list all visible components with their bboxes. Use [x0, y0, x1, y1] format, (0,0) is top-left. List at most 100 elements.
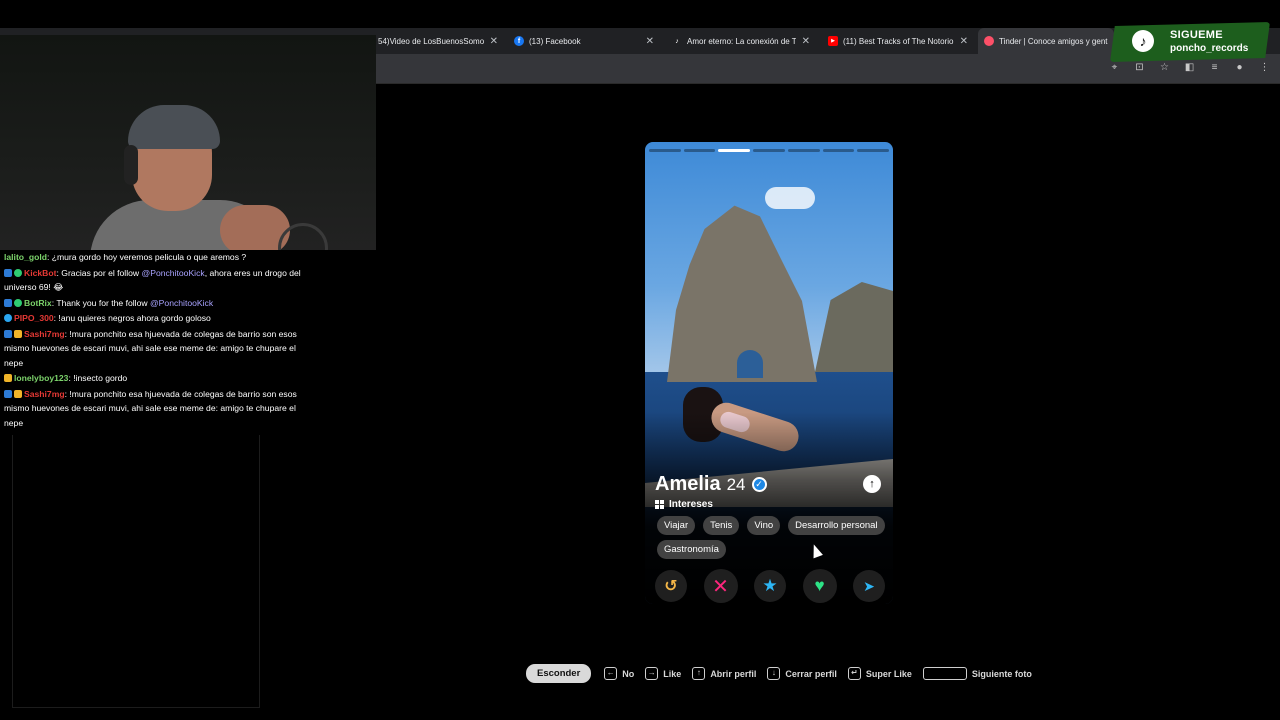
moderator-badge-icon — [4, 329, 12, 338]
chat-username: Sashi7mg — [24, 328, 65, 339]
enter-key-icon: ↵ — [847, 667, 861, 680]
close-icon[interactable]: ✕ — [490, 36, 498, 47]
nope-button[interactable]: ✕ — [703, 569, 738, 603]
photo-progress-segment[interactable] — [683, 149, 716, 152]
rewind-button[interactable]: ↺ — [655, 570, 687, 602]
space-key-icon — [922, 667, 967, 680]
menu-icon[interactable]: ⋮ — [1259, 62, 1270, 73]
tiktok-icon: ♪ — [675, 37, 679, 45]
tab-tiktok[interactable]: ♪ Amor eterno: La conexión de T ✕ — [666, 28, 816, 54]
interests-heading: Intereses — [655, 499, 713, 510]
follow-badge-title: SIGUEME — [1170, 29, 1223, 41]
verified-badge-icon — [14, 298, 22, 307]
chat-overlay: lalito_gold: ¿mura gordo hoy veremos pel… — [4, 250, 304, 431]
interests-list: Viajar Tenis Vino Desarrollo personal Ga… — [657, 516, 887, 559]
tiktok-icon: ♪ — [1132, 30, 1154, 52]
super-like-button[interactable]: ★ — [754, 570, 786, 602]
moderator-badge-icon — [4, 298, 12, 307]
photo-progress-segment[interactable] — [753, 149, 785, 152]
like-button[interactable]: ♥ — [802, 569, 837, 603]
close-icon[interactable]: ✕ — [802, 36, 810, 47]
hide-hints-button[interactable]: Esconder — [526, 664, 592, 683]
interest-chip: Desarrollo personal — [788, 516, 885, 535]
chat-username: BotRix — [24, 297, 52, 308]
photo-progress-segment[interactable] — [822, 149, 855, 152]
hint-label: Abrir perfil — [710, 668, 757, 679]
profile-card[interactable]: ↑ Amelia 24 ✓ Intereses Viajar Tenis Vin… — [645, 142, 893, 604]
chat-message: lalito_gold: ¿mura gordo hoy veremos pel… — [4, 250, 304, 265]
extension-icon[interactable]: ◧ — [1184, 62, 1195, 73]
youtube-icon: ▶ — [828, 36, 838, 46]
close-icon[interactable]: ✕ — [646, 36, 654, 47]
open-profile-icon[interactable]: ↑ — [863, 475, 881, 493]
moderator-badge-icon — [4, 268, 12, 277]
chat-message: KickBot: Gracias por el follow @Ponchito… — [4, 266, 304, 295]
verified-icon: ✓ — [751, 477, 767, 492]
star-icon[interactable]: ☆ — [1159, 62, 1170, 73]
chat-username: lalito_gold — [4, 252, 47, 262]
boost-button[interactable]: ➤ — [853, 570, 885, 602]
photo-progress-segment[interactable] — [718, 149, 751, 152]
vip-badge-icon — [14, 389, 22, 398]
chat-message: Sashi7mg: !mura ponchito esa hjuevada de… — [4, 387, 304, 431]
follow-badge: ♪ SIGUEME poncho_records — [1110, 22, 1270, 62]
chat-mention: @PonchitooKick — [149, 297, 214, 308]
chat-username: KickBot — [24, 267, 57, 278]
photo-progress — [649, 149, 890, 152]
profile-icon[interactable]: ● — [1234, 62, 1245, 73]
chat-text: : !anu quieres negros ahora gordo goloso — [53, 313, 211, 323]
webcam-person-hair — [128, 105, 220, 149]
photo-progress-segment[interactable] — [787, 149, 820, 152]
photo-progress-segment[interactable] — [649, 149, 681, 152]
webcam-overlay — [0, 35, 376, 250]
tab-youtube[interactable]: ▶ (11) Best Tracks of The Notorio ✕ — [822, 28, 974, 54]
close-icon[interactable]: ✕ — [960, 36, 968, 47]
arrow-left-key-icon: ← — [604, 667, 618, 680]
interest-chip: Viajar — [657, 516, 696, 535]
hint-label: Super Like — [865, 668, 912, 679]
media-icon[interactable]: ≡ — [1209, 62, 1220, 73]
keyboard-hints: Esconder ← No → Like ↑ Abrir perfil ↓ Cerrar… — [526, 664, 1043, 683]
facebook-icon: f — [514, 36, 524, 46]
chat-text: : Thank you for the follow — [51, 297, 150, 308]
arrow-up-key-icon: ↑ — [692, 667, 706, 680]
verified-badge-icon — [14, 268, 22, 277]
moderator-badge-icon — [4, 389, 12, 398]
arrow-right-key-icon: → — [645, 667, 659, 680]
interest-chip: Vino — [747, 516, 781, 535]
chat-text: : Gracias por el follow — [56, 267, 142, 278]
install-icon[interactable]: ⊡ — [1134, 62, 1145, 73]
tab-tinder[interactable]: Tinder | Conoce amigos y gent — [978, 28, 1114, 54]
chat-mention: @PonchitooKick — [141, 267, 205, 278]
interest-chip: Tenis — [703, 516, 740, 535]
chat-message: lonelyboy123: !insecto gordo — [4, 371, 304, 386]
close-icon: ✕ — [712, 575, 729, 598]
chat-panel — [12, 435, 260, 708]
tab-label: (11) Best Tracks of The Notorio — [843, 36, 954, 46]
star-icon: ★ — [762, 576, 778, 595]
tab-label: 54)Video de LosBuenosSomos — [378, 36, 484, 46]
toolbar-icons: ⌖ ⊡ ☆ ◧ ≡ ● ⋮ — [1109, 62, 1270, 73]
interests-label: Intereses — [669, 499, 713, 510]
hint-next-photo: Siguiente foto — [922, 667, 1032, 680]
heart-icon: ♥ — [814, 576, 825, 595]
hint-close-profile: ↓ Cerrar perfil — [767, 667, 837, 680]
hint-label: No — [622, 668, 635, 679]
chat-text: : ¿mura gordo hoy veremos pelicula o que… — [46, 252, 247, 262]
tab-facebook[interactable]: f (13) Facebook ✕ — [508, 28, 660, 54]
hint-open-profile: ↑ Abrir perfil — [692, 667, 756, 680]
location-icon[interactable]: ⌖ — [1109, 62, 1120, 73]
send-icon: ➤ — [863, 577, 875, 594]
tab-label: Tinder | Conoce amigos y gent — [999, 36, 1108, 46]
hint-no: ← No — [604, 667, 634, 680]
vip-badge-icon — [14, 329, 22, 338]
hint-like: → Like — [645, 667, 681, 680]
headset-icon — [124, 145, 138, 185]
tab-video[interactable]: 54)Video de LosBuenosSomos ✕ — [372, 28, 504, 54]
photo-progress-segment[interactable] — [857, 149, 890, 152]
hint-super-like: ↵ Super Like — [847, 667, 912, 680]
grid-icon — [655, 500, 664, 509]
chat-username: lonelyboy123 — [14, 373, 69, 383]
profile-name: Amelia — [655, 473, 721, 495]
profile-header: Amelia 24 ✓ — [655, 473, 767, 496]
